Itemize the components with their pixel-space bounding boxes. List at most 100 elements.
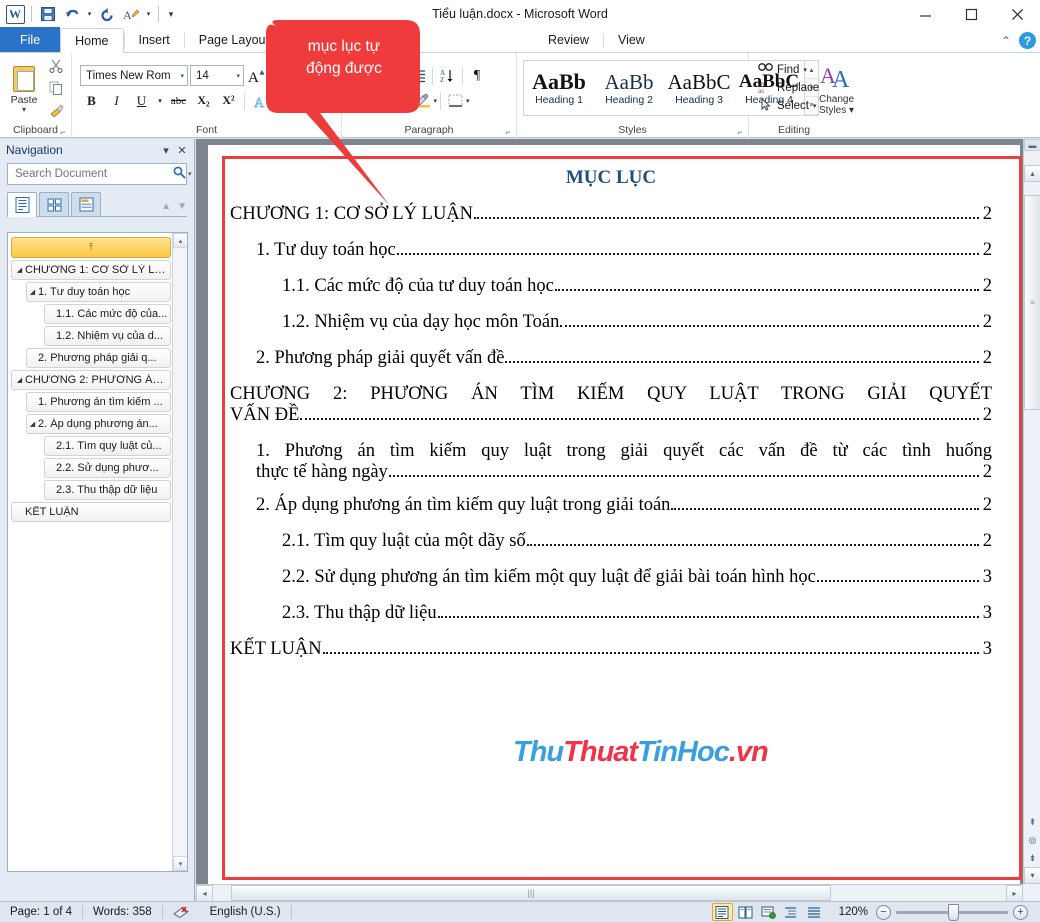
split-window-handle[interactable]: ▬	[1024, 139, 1040, 151]
previous-page-icon[interactable]: ⇞	[1024, 813, 1040, 831]
style-heading-2[interactable]: AaBb Heading 2	[594, 61, 664, 115]
web-layout-view-button[interactable]	[758, 903, 779, 921]
scroll-left-icon[interactable]: ◂	[196, 884, 213, 902]
paste-caret-icon[interactable]: ▾	[22, 105, 26, 113]
search-options-caret-icon[interactable]: ▾	[188, 170, 194, 178]
undo-icon[interactable]	[61, 3, 83, 25]
language-indicator[interactable]: English (U.S.)	[200, 902, 291, 922]
sort-icon[interactable]: AZ	[436, 65, 459, 87]
superscript-button[interactable]: X²	[217, 90, 240, 112]
proofing-status[interactable]	[163, 902, 200, 922]
toc-entry[interactable]: 1.1. Các mức độ của tư duy toán học 2	[230, 276, 992, 297]
font-size-combo[interactable]: 14 ▾	[190, 65, 244, 86]
toc-entry[interactable]: 2. Phương pháp giải quyết vấn đề 2	[230, 348, 992, 369]
copy-icon[interactable]	[46, 79, 66, 98]
browse-headings-tab[interactable]	[7, 192, 37, 217]
toc-entry[interactable]: CHƯƠNG 2: PHƯƠNG ÁN TÌM KIẾM QUY LUẬT TR…	[230, 384, 992, 426]
horizontal-scroll-thumb[interactable]: |||	[231, 884, 831, 901]
nav-item-2-2[interactable]: 2.2. Sử dụng phươ...	[44, 458, 171, 478]
navigation-vertical-scrollbar[interactable]: ▴ ▾	[172, 233, 187, 871]
nav-item-ap-dung[interactable]: ◢ 2. Áp dụng phương án...	[26, 414, 171, 434]
maximize-button[interactable]	[948, 0, 994, 28]
toc-entry[interactable]: 2.3. Thu thập dữ liệu 3	[230, 603, 992, 624]
toc-entry[interactable]: 1. Phương án tìm kiếm quy luật trong giả…	[230, 441, 992, 483]
document-vertical-scrollbar[interactable]: ▬ ▴ ≡ ⇞ ◎ ⇟ ▾	[1023, 139, 1040, 884]
search-input[interactable]	[13, 167, 171, 181]
customize-qat-icon[interactable]: ▾	[164, 3, 178, 25]
nav-item-ket-luan[interactable]: KẾT LUẬN	[11, 502, 171, 522]
zoom-out-button[interactable]: −	[876, 904, 891, 920]
nav-item-tu-duy-toan-hoc[interactable]: ◢ 1. Tư duy toán học	[26, 282, 171, 302]
expand-triangle-icon[interactable]: ◢	[14, 266, 25, 274]
vertical-scroll-thumb[interactable]: ≡	[1024, 195, 1040, 410]
document-page[interactable]: MỤC LỤC CHƯƠNG 1: CƠ SỞ LÝ LUẬN 2 1. Tư …	[208, 145, 1022, 884]
toc-entry[interactable]: CHƯƠNG 1: CƠ SỞ LÝ LUẬN 2	[230, 204, 992, 225]
toc-entry[interactable]: 2.1. Tìm quy luật của một dãy số 2	[230, 531, 992, 552]
redo-icon[interactable]	[96, 3, 118, 25]
horizontal-scroll-track[interactable]: |||	[213, 884, 1006, 902]
paste-button[interactable]: Paste ▾	[4, 64, 44, 113]
replace-button[interactable]: ab ac Replace	[757, 80, 820, 96]
navigation-collapse-all[interactable]: ⤒	[11, 237, 171, 258]
next-page-icon[interactable]: ⇟	[1024, 849, 1040, 867]
toc-entry[interactable]: 2.2. Sử dụng phương án tìm kiếm một quy …	[230, 567, 992, 588]
font-size-caret-icon[interactable]: ▾	[236, 72, 240, 80]
undo-caret-icon[interactable]: ▾	[85, 3, 94, 25]
word-count[interactable]: Words: 358	[83, 902, 162, 922]
text-effects-caret-icon[interactable]: ▾	[274, 90, 284, 112]
zoom-slider[interactable]: − +	[876, 903, 1040, 921]
select-browse-object-icon[interactable]: ◎	[1024, 831, 1040, 849]
nav-item-2-1[interactable]: 2.1. Tìm quy luật củ...	[44, 436, 171, 456]
navigation-dropdown-icon[interactable]: ▾	[158, 144, 174, 157]
word-app-icon[interactable]: W	[4, 3, 26, 25]
navigation-scroll-down-icon[interactable]: ▾	[173, 856, 187, 871]
select-caret-icon[interactable]: ▾	[813, 102, 817, 110]
nav-item-1-2[interactable]: 1.2. Nhiệm vụ của d...	[44, 326, 171, 346]
zoom-track[interactable]	[896, 903, 1008, 921]
browse-pages-tab[interactable]	[39, 192, 69, 216]
navigation-headings-list[interactable]: ⤒ ◢ CHƯƠNG 1: CƠ SỞ LÝ LUẬN ◢ 1. Tư duy …	[7, 232, 188, 872]
underline-button[interactable]: U	[130, 90, 153, 112]
grow-font-icon[interactable]: A	[246, 65, 269, 87]
expand-triangle-icon[interactable]: ◢	[27, 420, 38, 428]
cut-icon[interactable]	[46, 57, 66, 76]
nav-item-phuong-phap-giai[interactable]: 2. Phương pháp giải q...	[26, 348, 171, 368]
find-button[interactable]: Find ▾	[757, 62, 819, 78]
subscript-button[interactable]: X₂	[192, 90, 215, 112]
strikethrough-button[interactable]: abc	[167, 90, 190, 112]
format-painter-icon[interactable]	[46, 101, 66, 120]
borders-icon[interactable]	[444, 90, 467, 112]
zoom-thumb[interactable]	[948, 903, 959, 921]
font-name-caret-icon[interactable]: ▾	[180, 72, 184, 80]
help-icon[interactable]: ?	[1019, 32, 1036, 49]
toc-entry[interactable]: KẾT LUẬN 3	[230, 639, 992, 660]
full-screen-reading-view-button[interactable]	[735, 903, 756, 921]
expand-triangle-icon[interactable]: ◢	[14, 376, 25, 384]
justify-button[interactable]	[349, 89, 372, 112]
search-document-box[interactable]: ▾	[7, 163, 192, 185]
browse-results-tab[interactable]	[71, 192, 101, 216]
tab-review[interactable]: Review	[534, 27, 603, 52]
format-painter-qat-icon[interactable]: A	[120, 3, 142, 25]
scroll-right-icon[interactable]: ▸	[1006, 884, 1023, 902]
tab-file[interactable]: File	[0, 27, 61, 52]
nav-item-1-1[interactable]: 1.1. Các mức độ của...	[44, 304, 171, 324]
nav-item-phuong-an-tim-kiem[interactable]: 1. Phương án tìm kiếm ...	[26, 392, 171, 412]
draft-view-button[interactable]	[804, 903, 825, 921]
style-heading-3[interactable]: AaBbC Heading 3	[664, 61, 734, 115]
paragraph-dialog-launcher[interactable]: ⌐	[503, 127, 513, 137]
scroll-down-icon[interactable]: ▾	[1024, 867, 1040, 884]
clipboard-dialog-launcher[interactable]: ⌐	[58, 127, 68, 137]
expand-triangle-icon[interactable]: ◢	[27, 288, 38, 296]
document-horizontal-scrollbar[interactable]: ◂ ||| ▸	[196, 884, 1023, 902]
italic-button[interactable]: I	[105, 90, 128, 112]
page-indicator[interactable]: Page: 1 of 4	[0, 902, 82, 922]
toc-entry[interactable]: 2. Áp dụng phương án tìm kiếm quy luật t…	[230, 495, 992, 516]
tab-view[interactable]: View	[604, 27, 659, 52]
print-layout-view-button[interactable]	[711, 903, 733, 921]
find-caret-icon[interactable]: ▾	[803, 66, 807, 74]
minimize-ribbon-icon[interactable]: ⌃	[1001, 34, 1011, 48]
font-name-combo[interactable]: Times New Rom ▾	[80, 65, 188, 86]
shading-icon[interactable]	[412, 90, 435, 112]
zoom-in-button[interactable]: +	[1013, 904, 1028, 920]
